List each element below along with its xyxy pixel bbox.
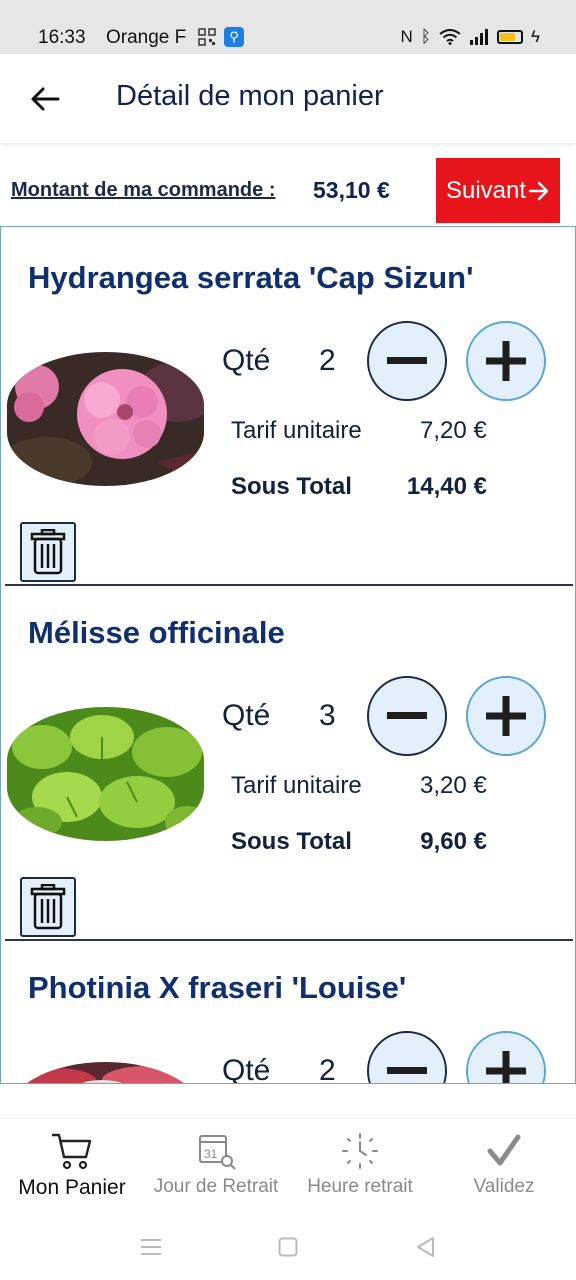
nav-item-cart[interactable]: Mon Panier [0,1119,144,1213]
clock-icon [342,1133,378,1169]
quantity-label: Qté [222,1054,271,1084]
photinia-photo [7,1062,204,1083]
nav-item-validate[interactable]: Validez [432,1119,576,1213]
decrease-quantity-button[interactable] [367,1031,447,1083]
cart-icon [52,1133,92,1170]
home-button[interactable] [273,1232,303,1262]
unit-price-value: 3,20 € [420,772,487,799]
status-carrier: Orange F [106,27,187,48]
triangle-back-icon [417,1237,434,1257]
plus-icon [486,341,526,381]
quantity-value: 2 [319,1054,336,1084]
nav-label: Jour de Retrait [153,1176,279,1197]
next-button[interactable]: Suivant [436,158,560,223]
decrease-quantity-button[interactable] [367,676,447,756]
nav-item-pickup-day[interactable]: 31 Jour de Retrait [144,1119,288,1213]
minus-icon [387,357,427,364]
bottom-navigation: Mon Panier 31 Jour de Retrait Heure retr… [0,1118,576,1212]
menu-icon [141,1239,161,1255]
cart-list[interactable]: Hydrangea serrata 'Cap Sizun' Qté 2 Tari… [0,226,576,1084]
checkmark-icon [487,1134,521,1166]
plus-icon [486,696,526,736]
item-name: Hydrangea serrata 'Cap Sizun' [28,260,474,295]
unit-price-value: 7,20 € [420,417,487,444]
trash-icon [30,529,66,575]
square-icon [278,1237,298,1257]
subtotal-value: 9,60 € [420,828,487,855]
order-total-label: Montant de ma commande : [11,179,276,201]
svg-text:31: 31 [204,1147,218,1161]
nav-label: Validez [473,1176,535,1197]
app-badge-icon: ⚲ [224,27,244,47]
cart-item: Mélisse officinale Qté 3 Tarif unitaire … [1,582,575,941]
nfc-icon: N [400,27,413,46]
status-time: 16:33 [38,27,86,48]
order-summary: Montant de ma commande : 53,10 € Suivant [0,158,576,224]
calendar-icon: 31 [199,1135,236,1170]
system-navigation-bar [0,1212,576,1280]
quantity-label: Qté [222,344,271,377]
minus-icon [387,1067,427,1074]
item-name: Photinia X fraseri 'Louise' [28,970,407,1005]
nav-label: Heure retrait [307,1176,413,1197]
unit-price-label: Tarif unitaire [231,417,362,444]
system-back-button[interactable] [410,1232,440,1262]
arrow-right-icon [528,181,549,200]
order-total-amount: 53,10 € [313,177,390,203]
status-icons: N ᛒ ϟ [401,27,540,47]
bluetooth-icon: ᛒ [420,27,431,46]
status-bar: 16:33 Orange F ⚲ N ᛒ ϟ [0,0,576,54]
delete-item-button[interactable] [20,522,76,582]
app-bar: Détail de mon panier [0,54,576,144]
item-name: Mélisse officinale [28,615,285,650]
signal-icon [470,29,488,45]
unit-price-label: Tarif unitaire [231,772,362,799]
quantity-value: 3 [319,699,336,732]
page-title: Détail de mon panier [116,80,384,112]
plus-icon [486,1051,526,1083]
battery-icon [497,30,523,44]
qr-code-icon [198,28,216,46]
delete-item-button[interactable] [20,877,76,937]
back-button[interactable] [22,79,68,119]
recent-apps-button[interactable] [136,1232,166,1262]
subtotal-value: 14,40 € [406,473,487,500]
cart-item: Hydrangea serrata 'Cap Sizun' Qté 2 Tari… [1,227,575,586]
charging-icon: ϟ [531,27,540,46]
subtotal-label: Sous Total [231,828,352,855]
subtotal-label: Sous Total [231,473,352,500]
increase-quantity-button[interactable] [466,676,546,756]
cart-item: Photinia X fraseri 'Louise' Qté 2 [1,937,575,1084]
nav-label: Mon Panier [18,1176,126,1199]
quantity-label: Qté [222,699,271,732]
decrease-quantity-button[interactable] [367,321,447,401]
increase-quantity-button[interactable] [466,321,546,401]
quantity-value: 2 [319,344,336,377]
arrow-left-icon [31,87,60,111]
increase-quantity-button[interactable] [466,1031,546,1083]
trash-icon [30,884,66,930]
next-button-label: Suivant [445,176,527,204]
minus-icon [387,712,427,719]
wifi-icon [439,29,461,45]
pink-hydrangea-photo [7,352,204,486]
lemon-balm-photo [7,707,204,841]
nav-item-pickup-time[interactable]: Heure retrait [288,1119,432,1213]
